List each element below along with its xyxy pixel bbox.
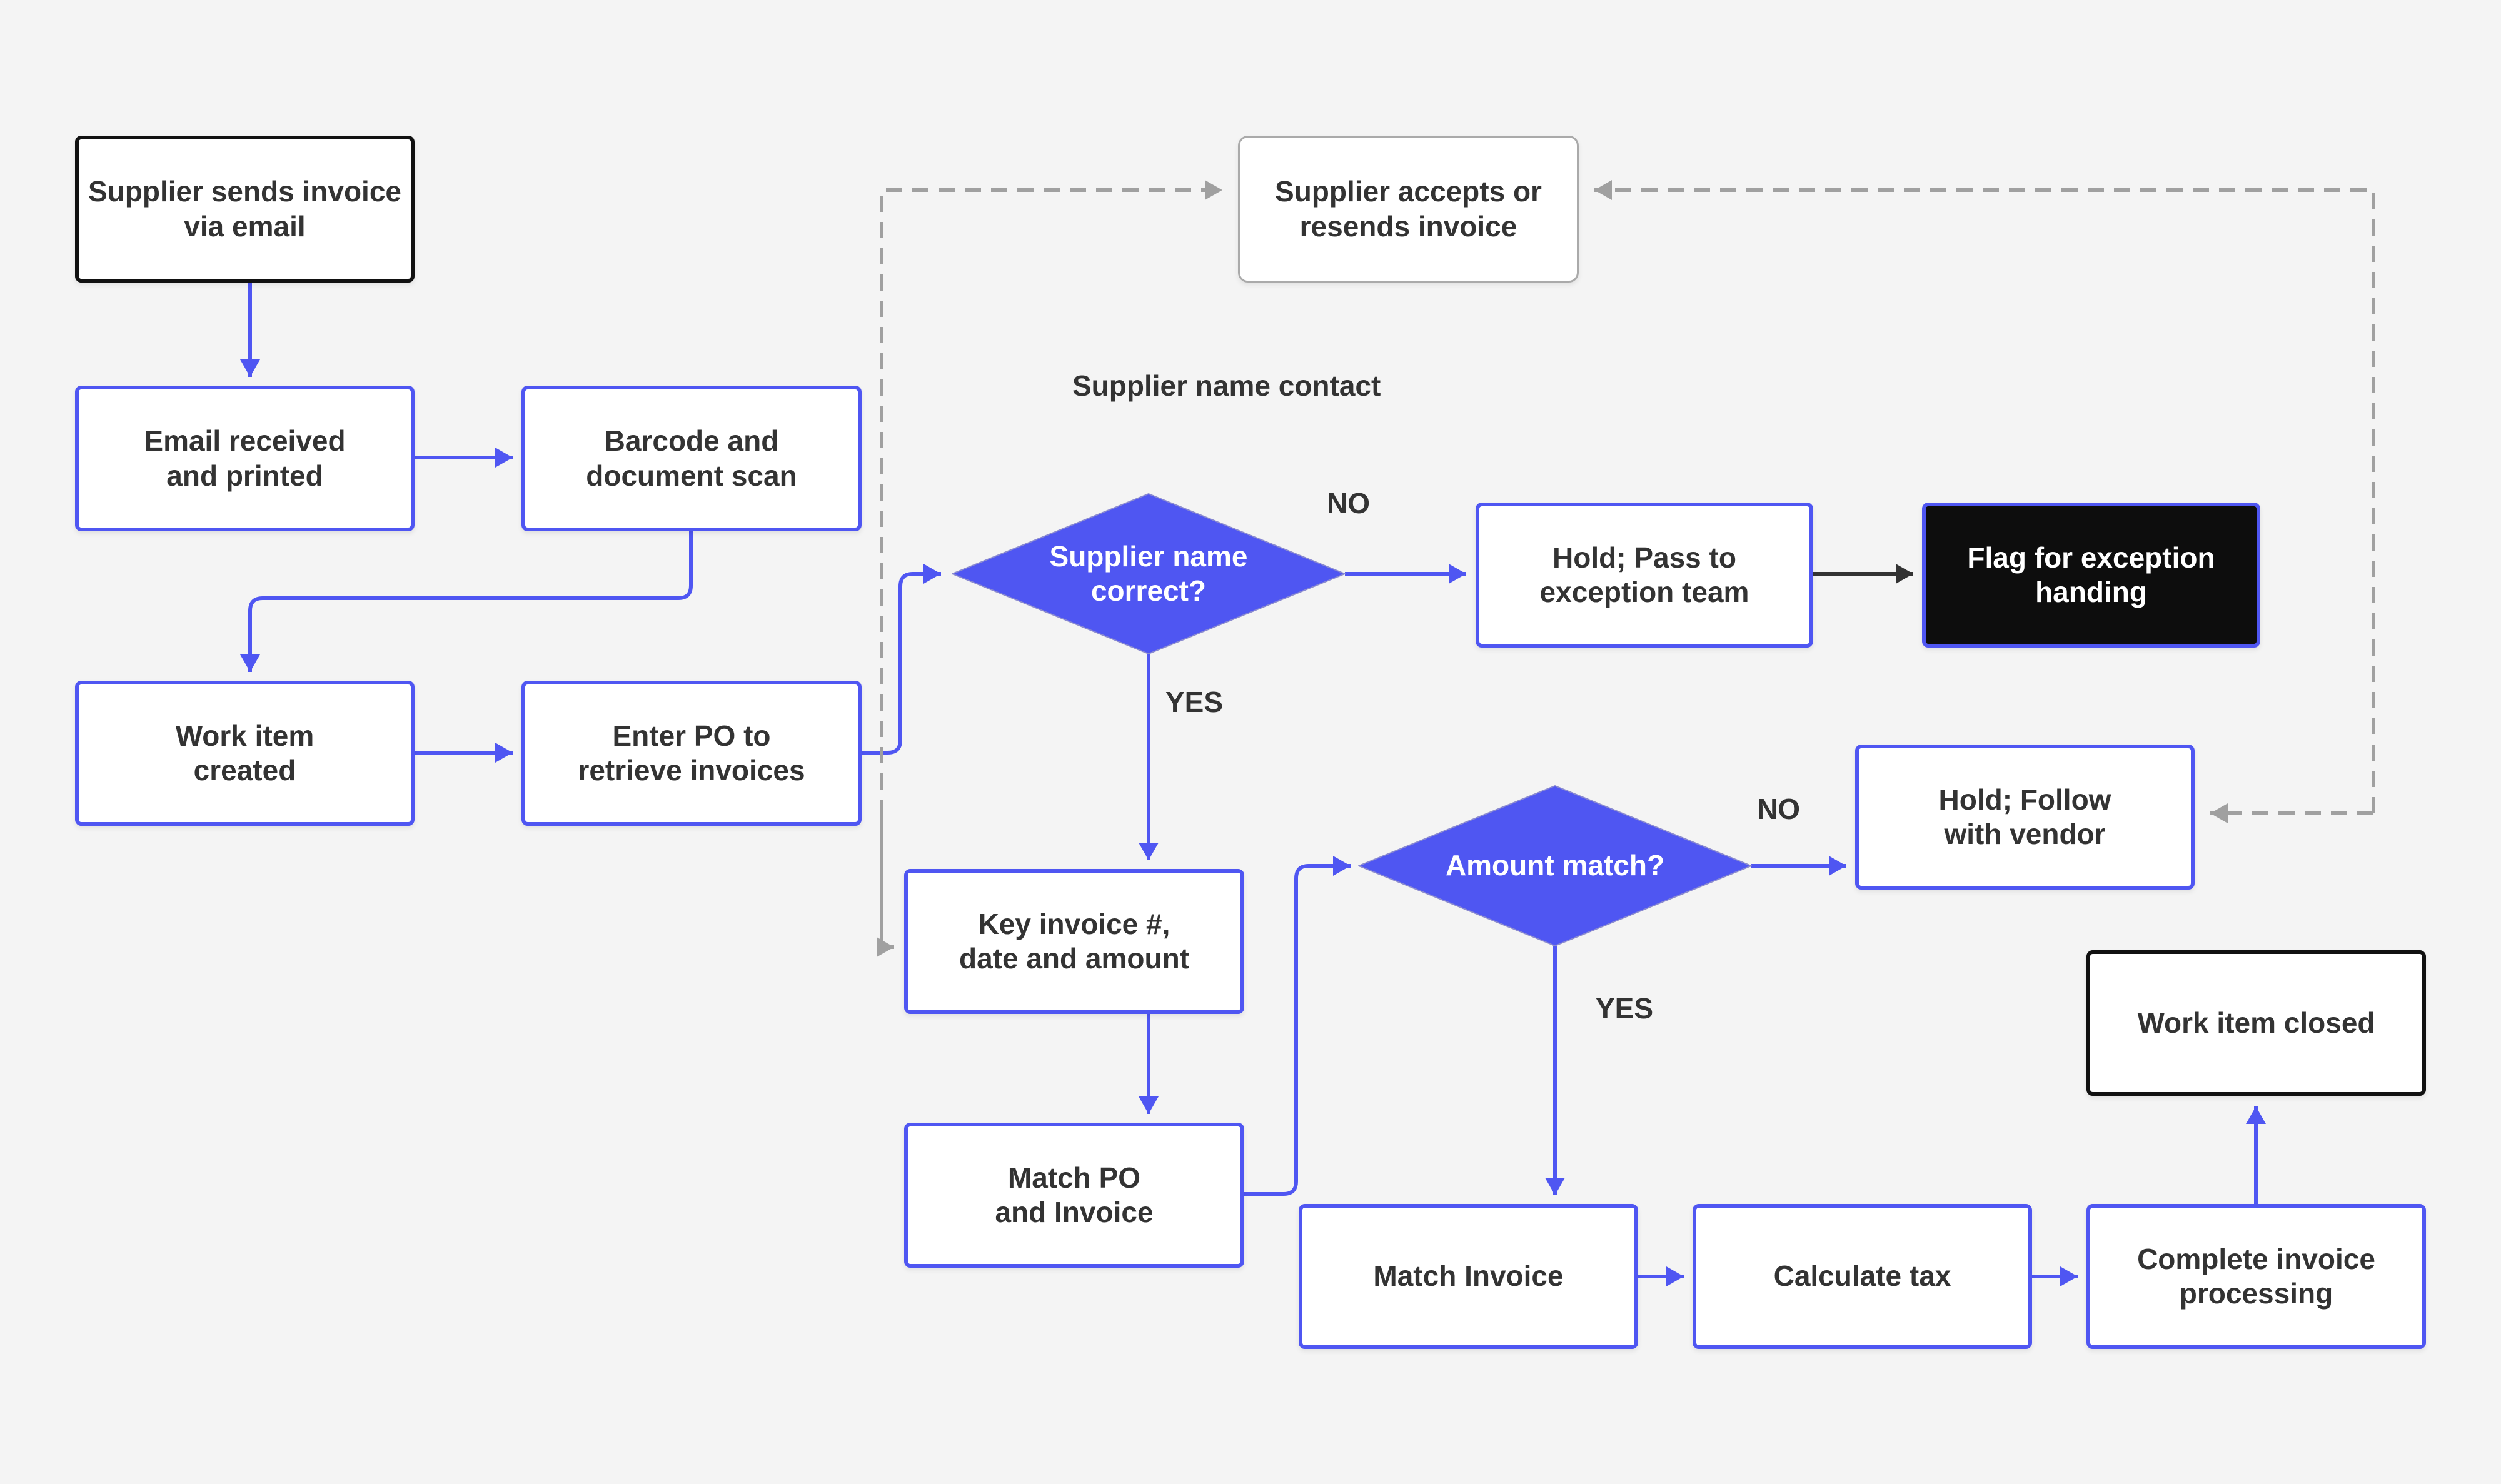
node-enter-po[interactable]: Enter PO to retrieve invoices: [521, 681, 862, 826]
node-hold-pass-exception[interactable]: Hold; Pass to exception team: [1476, 503, 1813, 648]
label-yes-amount: YES: [1596, 992, 1654, 1025]
node-hold-follow-vendor[interactable]: Hold; Follow with vendor: [1855, 745, 2195, 890]
node-barcode-scan[interactable]: Barcode and document scan: [521, 386, 862, 531]
node-flag-exception[interactable]: Flag for exception handing: [1922, 503, 2260, 648]
dashed-edge-hold-to-supplier-accepts: [1594, 180, 2375, 813]
edge-barcode-to-workitem: [240, 531, 693, 672]
edge-matchpo-to-amount: [1244, 856, 1351, 1196]
node-email-received[interactable]: Email received and printed: [75, 386, 415, 531]
label-yes-supplier: YES: [1165, 686, 1224, 718]
node-supplier-accepts[interactable]: Supplier accepts or resends invoice: [1238, 136, 1579, 283]
node-match-invoice[interactable]: Match Invoice: [1299, 1204, 1638, 1349]
label-no-amount: NO: [1757, 793, 1800, 825]
node-work-item-closed[interactable]: Work item closed: [2086, 950, 2426, 1096]
decision-amount-match-text[interactable]: Amount match?: [1407, 831, 1703, 900]
label-no-supplier: NO: [1327, 487, 1370, 519]
node-calculate-tax[interactable]: Calculate tax: [1693, 1204, 2032, 1349]
node-supplier-sends-invoice[interactable]: Supplier sends invoice via email: [75, 136, 415, 283]
label-supplier-name-contact: Supplier name contact: [1072, 369, 1381, 402]
node-work-item-created[interactable]: Work item created: [75, 681, 415, 826]
edge-enterpo-to-decision: [862, 564, 941, 755]
decision-supplier-name-text[interactable]: Supplier name correct?: [1000, 531, 1297, 616]
node-match-po[interactable]: Match PO and Invoice: [904, 1123, 1244, 1268]
node-key-invoice[interactable]: Key invoice #, date and amount: [904, 869, 1244, 1014]
node-complete-processing[interactable]: Complete invoice processing: [2086, 1204, 2426, 1349]
